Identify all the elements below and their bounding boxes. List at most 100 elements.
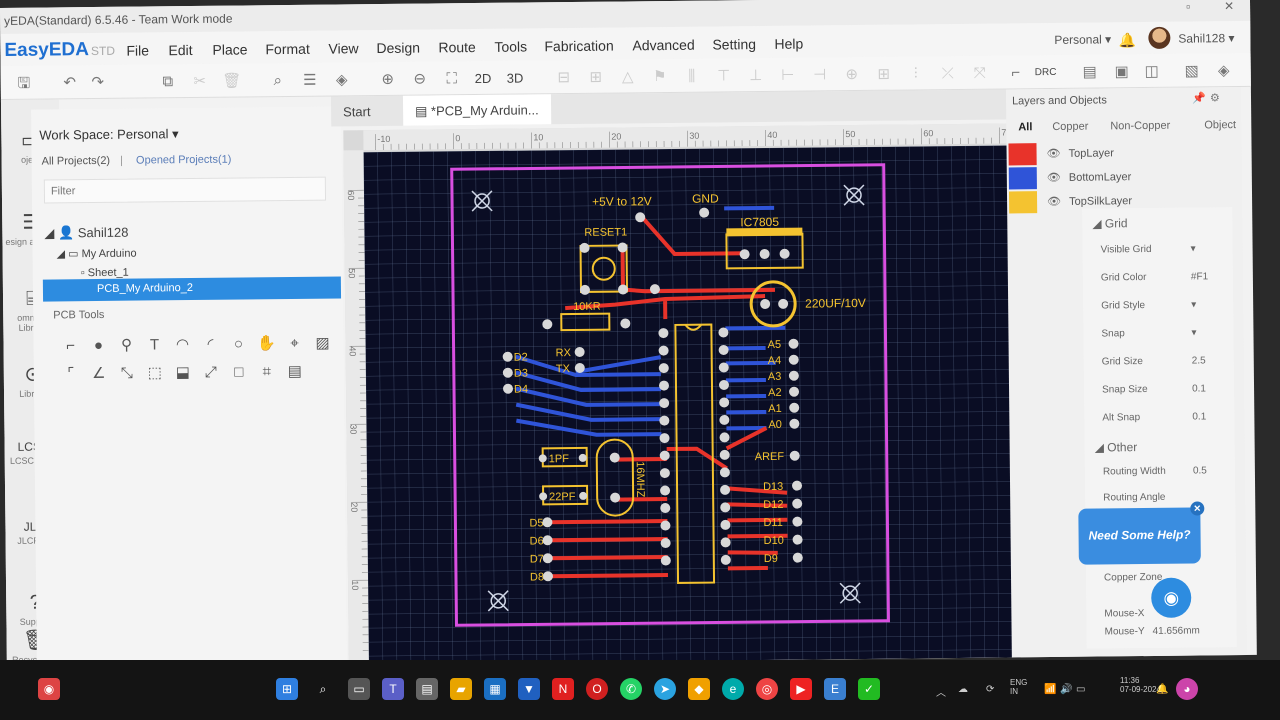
list-icon[interactable]: ☰ [299, 71, 321, 91]
cut-icon[interactable]: ✂ [189, 72, 211, 92]
lang-indicator[interactable]: ENG IN [1010, 678, 1027, 696]
teams-icon[interactable]: T [382, 678, 404, 700]
center-icon[interactable]: ⊕ [841, 65, 863, 85]
tab-pcb[interactable]: ▤ *PCB_My Arduin... [402, 94, 551, 126]
document-icon[interactable]: ▤ [1079, 62, 1101, 82]
edge-icon[interactable]: e [722, 678, 744, 700]
track-tool-icon[interactable]: ⌐ [59, 335, 81, 357]
text-tool-icon[interactable]: T [143, 334, 165, 356]
prop-grid-color[interactable]: Grid Color #F1 [1101, 271, 1221, 283]
align-bottom-icon[interactable]: ⊥ [745, 66, 767, 86]
copy-icon[interactable]: ⧉ [157, 72, 179, 92]
chat-button[interactable]: ◉ [1151, 577, 1192, 618]
view-2d-button[interactable]: 2D [475, 71, 492, 86]
tab-layers-copper[interactable]: Copper [1052, 121, 1088, 133]
file-explorer-icon[interactable]: ▰ [450, 678, 472, 700]
warning-icon[interactable]: △ [617, 67, 639, 87]
menu-help[interactable]: Help [774, 36, 803, 52]
clock[interactable]: 11:36 07-09-2024 [1120, 676, 1161, 694]
tree-sheet[interactable]: ▫ Sheet_1 [81, 267, 129, 280]
align-top-icon[interactable]: ⊤ [713, 66, 735, 86]
arrange-icon[interactable]: ⫶ [905, 64, 927, 84]
volume-icon[interactable]: 🔊 [1060, 684, 1072, 695]
prop-snap-size[interactable]: Snap Size 0.1 [1102, 383, 1222, 395]
undo-icon[interactable]: ↶ [59, 73, 81, 93]
delete-icon[interactable]: 🗑 [221, 71, 243, 91]
route-icon[interactable]: ⌐ [1005, 63, 1027, 83]
menu-view[interactable]: View [328, 40, 358, 56]
tab-start[interactable]: Start [331, 96, 383, 127]
photo-tool-icon[interactable]: ▤ [284, 361, 306, 383]
drc-button[interactable]: DRC [1035, 67, 1057, 78]
layer-toplayer[interactable]: 👁 TopLayer [1006, 141, 1241, 166]
easyeda-taskbar-icon[interactable]: E [824, 678, 846, 700]
prop-grid-style[interactable]: Grid Style ▾ [1101, 299, 1221, 311]
prop-alt-snap[interactable]: Alt Snap 0.1 [1102, 411, 1222, 423]
layer-color-swatch[interactable] [1008, 167, 1037, 190]
tab-all-projects[interactable]: All Projects(2) [42, 155, 111, 168]
prop-routing-width[interactable]: Routing Width 0.5 [1103, 465, 1223, 477]
prop-snap[interactable]: Snap ▾ [1101, 327, 1221, 339]
view-3d-button[interactable]: 3D [507, 71, 524, 86]
workspace-dropdown[interactable]: Personal ▾ [1054, 32, 1111, 47]
copilot-icon[interactable]: ◕ [1176, 678, 1198, 700]
align-right-icon[interactable]: ⊣ [809, 65, 831, 85]
close-icon[interactable]: ✕ [1224, 0, 1234, 13]
filter-input[interactable] [43, 176, 327, 204]
export-icon[interactable]: ▣ [1111, 62, 1133, 82]
line-tool-icon[interactable]: ⌜ [60, 363, 82, 385]
via-tool-icon[interactable]: ⚲ [115, 335, 137, 357]
eye-icon[interactable]: 👁 [1047, 195, 1061, 208]
menu-place[interactable]: Place [212, 41, 247, 57]
stack-icon[interactable]: ◈ [1213, 61, 1235, 81]
tab-layers-object[interactable]: Object [1204, 119, 1236, 131]
hole-tool-icon[interactable]: ⌖ [283, 333, 305, 355]
connect-tool-icon[interactable]: ⤡ [116, 363, 138, 385]
origin-tool-icon[interactable]: ⌗ [256, 361, 278, 383]
tab-layers-non-copper[interactable]: Non-Copper [1110, 120, 1170, 133]
start-icon[interactable]: ⊞ [276, 678, 298, 700]
eye-icon[interactable]: 👁 [1047, 171, 1061, 184]
layer-color-swatch[interactable] [1008, 191, 1038, 214]
telegram-icon[interactable]: ➤ [654, 678, 676, 700]
rect-tool-icon[interactable]: □ [228, 361, 250, 383]
image-icon[interactable]: ◫ [1141, 62, 1163, 82]
opera-icon[interactable]: O [586, 678, 608, 700]
prop-visible-grid[interactable]: Visible Grid ▾ [1101, 243, 1221, 255]
tray-chevron-icon[interactable]: ︿ [936, 684, 946, 699]
cross-icon[interactable]: ⤫ [937, 64, 959, 84]
app-icon[interactable]: ◉ [38, 678, 60, 700]
prop-grid-size[interactable]: Grid Size 2.5 [1102, 355, 1222, 367]
widgets-icon[interactable]: ▤ [416, 678, 438, 700]
git-icon[interactable]: ◆ [688, 678, 710, 700]
grid-section[interactable]: ◢ Grid [1092, 216, 1127, 230]
menu-advanced[interactable]: Advanced [632, 37, 694, 54]
save-icon[interactable]: 🖫 [13, 74, 35, 94]
fit-view-icon[interactable]: ⛶ [441, 69, 463, 89]
copper-area-tool-icon[interactable]: ⬓ [172, 362, 194, 384]
menu-file[interactable]: File [126, 42, 149, 58]
image-tool-icon[interactable]: ▨ [311, 333, 333, 355]
close-icon[interactable]: ✕ [1190, 501, 1205, 516]
lock-icon[interactable]: ⊞ [585, 68, 607, 88]
whatsapp-icon[interactable]: ✆ [620, 678, 642, 700]
sync-icon[interactable]: ⟳ [986, 684, 994, 695]
grid-icon[interactable]: ⊞ [873, 65, 895, 85]
maximize-icon[interactable]: ▫ [1186, 0, 1190, 14]
tree-user[interactable]: ◢ 👤 Sahil128 [44, 225, 128, 242]
menu-design[interactable]: Design [376, 40, 420, 56]
dimension-tool-icon[interactable]: ∠ [88, 363, 110, 385]
align-left-icon[interactable]: ⊢ [777, 66, 799, 86]
layers-icon[interactable]: ◈ [331, 70, 353, 90]
youtube-icon[interactable]: ▶ [790, 678, 812, 700]
measure-tool-icon[interactable]: ⤢ [200, 362, 222, 384]
store-icon[interactable]: ▦ [484, 678, 506, 700]
flag-icon[interactable]: ⚑ [649, 67, 671, 87]
circle-tool-icon[interactable]: ○ [227, 333, 249, 355]
help-bubble[interactable]: Need Some Help? ✕ [1078, 501, 1205, 565]
photo-icon[interactable]: ▧ [1181, 61, 1203, 81]
other-section[interactable]: ◢ Other [1095, 440, 1138, 454]
menu-setting[interactable]: Setting [712, 36, 756, 52]
hand-tool-icon[interactable]: ✋ [255, 333, 277, 355]
menu-tools[interactable]: Tools [494, 38, 527, 54]
